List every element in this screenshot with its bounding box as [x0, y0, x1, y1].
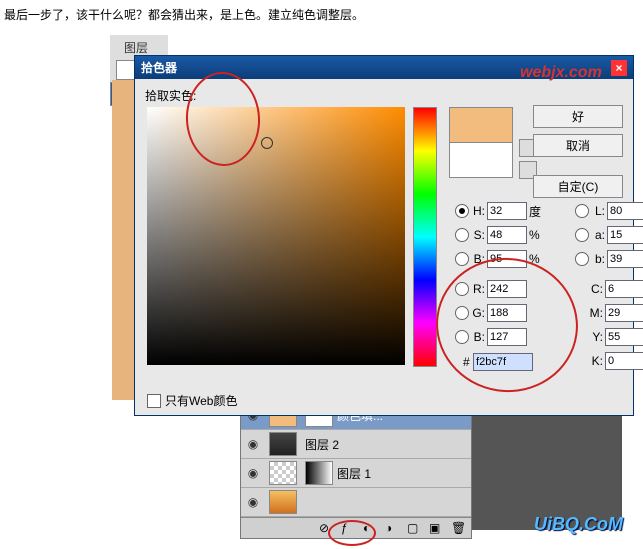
mask-icon[interactable]: ◐	[363, 521, 377, 535]
input-k[interactable]	[605, 352, 643, 370]
input-b[interactable]	[487, 328, 527, 346]
input-h[interactable]	[487, 202, 527, 220]
label-b: B:	[471, 330, 485, 344]
label-m: M:	[589, 306, 603, 320]
radio-s[interactable]	[455, 228, 469, 242]
folder-icon[interactable]: ▢	[407, 521, 421, 535]
input-v[interactable]	[487, 250, 527, 268]
eye-icon[interactable]: ◉	[241, 466, 265, 480]
radio-r[interactable]	[455, 282, 469, 296]
trash-icon[interactable]: 🗑	[451, 521, 465, 535]
layer-row-2[interactable]: ◉ 图层 2	[241, 430, 471, 459]
input-m[interactable]	[605, 304, 643, 322]
input-g[interactable]	[487, 304, 527, 322]
fx-icon[interactable]: ƒ	[341, 521, 355, 535]
radio-a[interactable]	[575, 228, 589, 242]
toolbar-slot	[116, 60, 136, 80]
color-field[interactable]	[147, 107, 405, 365]
layer-mask-thumb[interactable]	[305, 461, 333, 485]
layer-thumb[interactable]	[269, 432, 297, 456]
hue-slider[interactable]	[413, 107, 437, 367]
label-lb: b:	[591, 252, 605, 266]
ok-button[interactable]: 好	[533, 105, 623, 128]
label-g: G:	[471, 306, 485, 320]
unit-h: 度	[529, 203, 543, 220]
unit-s: %	[529, 228, 543, 242]
radio-l[interactable]	[575, 204, 589, 218]
page-caption: 最后一步了，该干什么呢？都会猜出来，是上色。建立纯色调整层。	[0, 0, 643, 23]
label-l: L:	[591, 204, 605, 218]
label-y: Y:	[589, 330, 603, 344]
label-k: K:	[589, 354, 603, 368]
cancel-button[interactable]: 取消	[533, 134, 623, 157]
input-s[interactable]	[487, 226, 527, 244]
color-marker[interactable]	[261, 137, 273, 149]
label-h: H:	[471, 204, 485, 218]
input-r[interactable]	[487, 280, 527, 298]
new-layer-icon[interactable]: ▣	[429, 521, 443, 535]
color-picker-dialog: 拾色器 × 拾取实色: 好 取消 自定(C) H: 度 S:% B:% R:	[134, 55, 634, 416]
hash-label: #	[463, 355, 470, 369]
web-only-checkbox[interactable]	[147, 394, 161, 408]
layers-panel: ◉ 颜色填... ◉ 图层 2 ◉ 图层 1 ◉ ⊘ ƒ ◐ ◑ ▢ ▣ 🗑	[240, 400, 472, 539]
radio-h[interactable]	[455, 204, 469, 218]
hex-row: #	[463, 353, 533, 371]
workspace-dark	[472, 400, 622, 530]
input-a[interactable]	[607, 226, 643, 244]
input-lb[interactable]	[607, 250, 643, 268]
radio-b[interactable]	[455, 330, 469, 344]
close-icon[interactable]: ×	[611, 60, 627, 76]
layer-name[interactable]: 图层 2	[305, 436, 339, 453]
layers-panel-footer: ⊘ ƒ ◐ ◑ ▢ ▣ 🗑	[241, 517, 471, 538]
color-swatch	[449, 107, 511, 178]
adjustment-icon[interactable]: ◑	[385, 521, 399, 535]
custom-button[interactable]: 自定(C)	[533, 175, 623, 198]
link-icon[interactable]: ⊘	[319, 521, 333, 535]
input-c[interactable]	[605, 280, 643, 298]
hsb-rgb-fields: H: 度 S:% B:% R: G: B:	[455, 199, 543, 349]
input-l[interactable]	[607, 202, 643, 220]
layer-thumb[interactable]	[269, 490, 297, 514]
unit-v: %	[529, 252, 543, 266]
label-v: B:	[471, 252, 485, 266]
dialog-title: 拾色器	[141, 59, 177, 76]
layer-row-1[interactable]: ◉ 图层 1	[241, 459, 471, 488]
eye-icon[interactable]: ◉	[241, 495, 265, 509]
watermark-webjx: webjx.com	[520, 64, 602, 82]
label-a: a:	[591, 228, 605, 242]
label-c: C:	[589, 282, 603, 296]
label-r: R:	[471, 282, 485, 296]
eye-icon[interactable]: ◉	[241, 437, 265, 451]
input-y[interactable]	[605, 328, 643, 346]
label-s: S:	[471, 228, 485, 242]
new-color-swatch[interactable]	[449, 107, 513, 143]
watermark-uibq: UiBQ.CoM	[534, 514, 623, 535]
radio-g[interactable]	[455, 306, 469, 320]
current-color-swatch[interactable]	[449, 143, 513, 178]
web-only-label: 只有Web颜色	[165, 392, 237, 409]
layer-row-extra[interactable]: ◉	[241, 488, 471, 517]
layer-name[interactable]: 图层 1	[337, 465, 371, 482]
radio-v[interactable]	[455, 252, 469, 266]
lab-cmyk-fields: L: a: b: C:% M:% Y:% K:%	[575, 199, 643, 373]
pick-solid-label: 拾取实色:	[145, 87, 623, 104]
hex-input[interactable]	[473, 353, 533, 371]
layer-thumb[interactable]	[269, 461, 297, 485]
radio-lb[interactable]	[575, 252, 589, 266]
